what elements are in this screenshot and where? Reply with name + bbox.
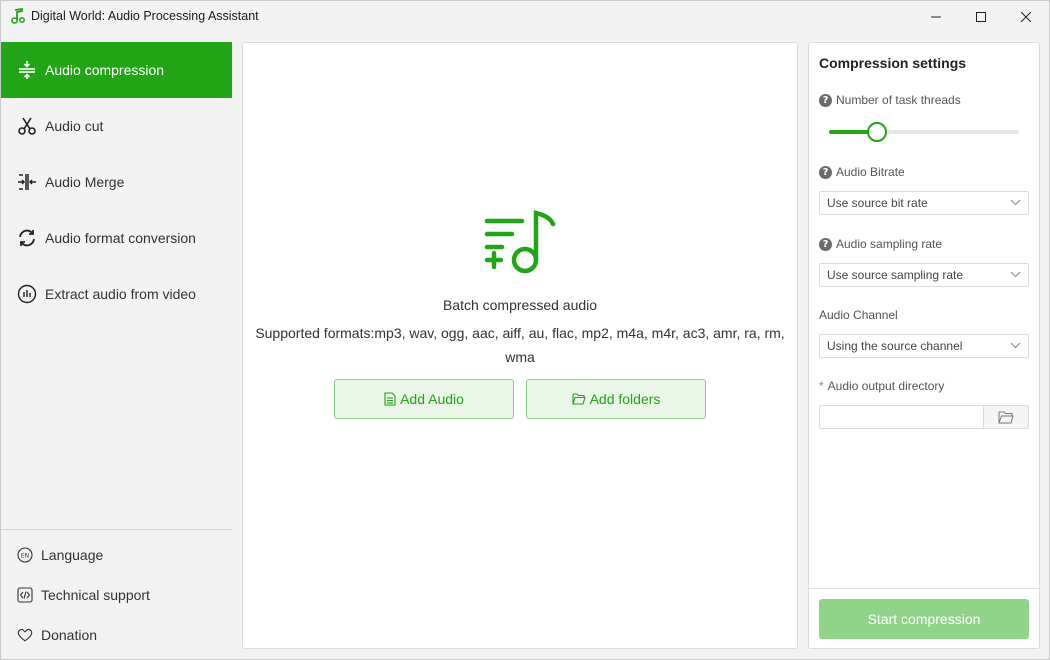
sidebar-item-label: Audio cut [45,118,104,134]
sidebar-item-technical-support[interactable]: Technical support [1,580,232,610]
sidebar-item-label: Extract audio from video [45,286,196,302]
required-marker: * [819,379,824,393]
supported-formats: Supported formats:mp3, wav, ogg, aac, ai… [255,325,785,365]
app-window: Digital World: Audio Processing Assistan… [0,0,1050,660]
sidebar-divider [1,529,232,530]
minimize-icon [931,16,941,17]
sampling-label: ? Audio sampling rate [819,237,942,251]
sidebar-item-audio-compression[interactable]: Audio compression [1,42,232,98]
sampling-value: Use source sampling rate [827,268,964,282]
sampling-select[interactable]: Use source sampling rate [819,263,1029,287]
folder-icon [572,393,586,405]
drop-zone-panel[interactable]: Batch compressed audio Supported formats… [242,42,798,649]
compress-icon [17,60,37,80]
settings-divider [809,588,1039,589]
file-icon [384,392,396,406]
channel-label-text: Audio Channel [819,308,898,322]
compressed-audio-icon [484,210,556,274]
sampling-label-text: Audio sampling rate [836,237,943,251]
merge-icon [17,172,37,192]
sidebar-item-label: Language [41,547,104,563]
close-icon [1021,11,1031,22]
language-icon: EN [17,547,33,563]
scissors-icon [17,116,37,136]
sidebar: Audio compression Audio cut Audio Merge [1,42,232,659]
convert-icon [17,228,37,248]
output-label: * Audio output directory [819,379,944,393]
channel-label: Audio Channel [819,308,898,322]
chevron-down-icon [1010,199,1021,206]
help-icon[interactable]: ? [819,93,832,107]
channel-value: Using the source channel [827,339,963,353]
start-compression-button[interactable]: Start compression [819,599,1029,639]
sidebar-item-extract-audio[interactable]: Extract audio from video [1,266,232,322]
code-icon [17,587,33,603]
chevron-down-icon [1010,342,1021,349]
add-folders-button[interactable]: Add folders [526,379,706,419]
bitrate-value: Use source bit rate [827,196,928,210]
batch-title: Batch compressed audio [442,297,598,313]
sidebar-item-label: Donation [41,627,98,643]
sidebar-item-label: Audio format conversion [45,230,196,246]
browse-folder-button[interactable] [983,405,1029,429]
sidebar-item-audio-cut[interactable]: Audio cut [1,98,232,154]
music-note-icon [11,8,25,24]
title-bar: Digital World: Audio Processing Assistan… [1,1,1049,32]
sidebar-item-audio-merge[interactable]: Audio Merge [1,154,232,210]
close-button[interactable] [1003,1,1049,32]
add-folders-label: Add folders [589,391,661,407]
maximize-button[interactable] [958,1,1004,32]
sidebar-item-label: Audio Merge [45,174,125,190]
channel-select[interactable]: Using the source channel [819,334,1029,358]
maximize-icon [976,11,986,22]
sidebar-item-audio-format-conversion[interactable]: Audio format conversion [1,210,232,266]
threads-slider[interactable] [829,122,1019,142]
folder-open-icon [998,411,1014,423]
sidebar-item-language[interactable]: EN Language [1,540,232,570]
threads-label-text: Number of task threads [836,93,961,107]
bitrate-select[interactable]: Use source bit rate [819,191,1029,215]
sidebar-item-label: Technical support [41,587,150,603]
extract-audio-icon [17,284,37,304]
bitrate-label: ? Audio Bitrate [819,165,905,179]
add-audio-label: Add Audio [400,391,464,407]
bitrate-label-text: Audio Bitrate [836,165,905,179]
help-icon[interactable]: ? [819,165,832,179]
output-directory-input[interactable] [819,405,983,429]
help-icon[interactable]: ? [819,237,832,251]
minimize-button[interactable] [913,1,959,32]
svg-text:EN: EN [21,553,29,560]
settings-panel: Compression settings ? Number of task th… [808,42,1040,649]
chevron-down-icon [1010,271,1021,278]
sidebar-item-donation[interactable]: Donation [1,620,232,650]
settings-title: Compression settings [819,55,967,71]
window-title: Digital World: Audio Processing Assistan… [31,9,259,23]
heart-icon [17,627,33,643]
output-label-text: Audio output directory [827,379,945,393]
threads-label: ? Number of task threads [819,93,961,107]
sidebar-item-label: Audio compression [45,62,165,78]
slider-thumb[interactable] [866,122,887,142]
add-audio-button[interactable]: Add Audio [334,379,514,419]
